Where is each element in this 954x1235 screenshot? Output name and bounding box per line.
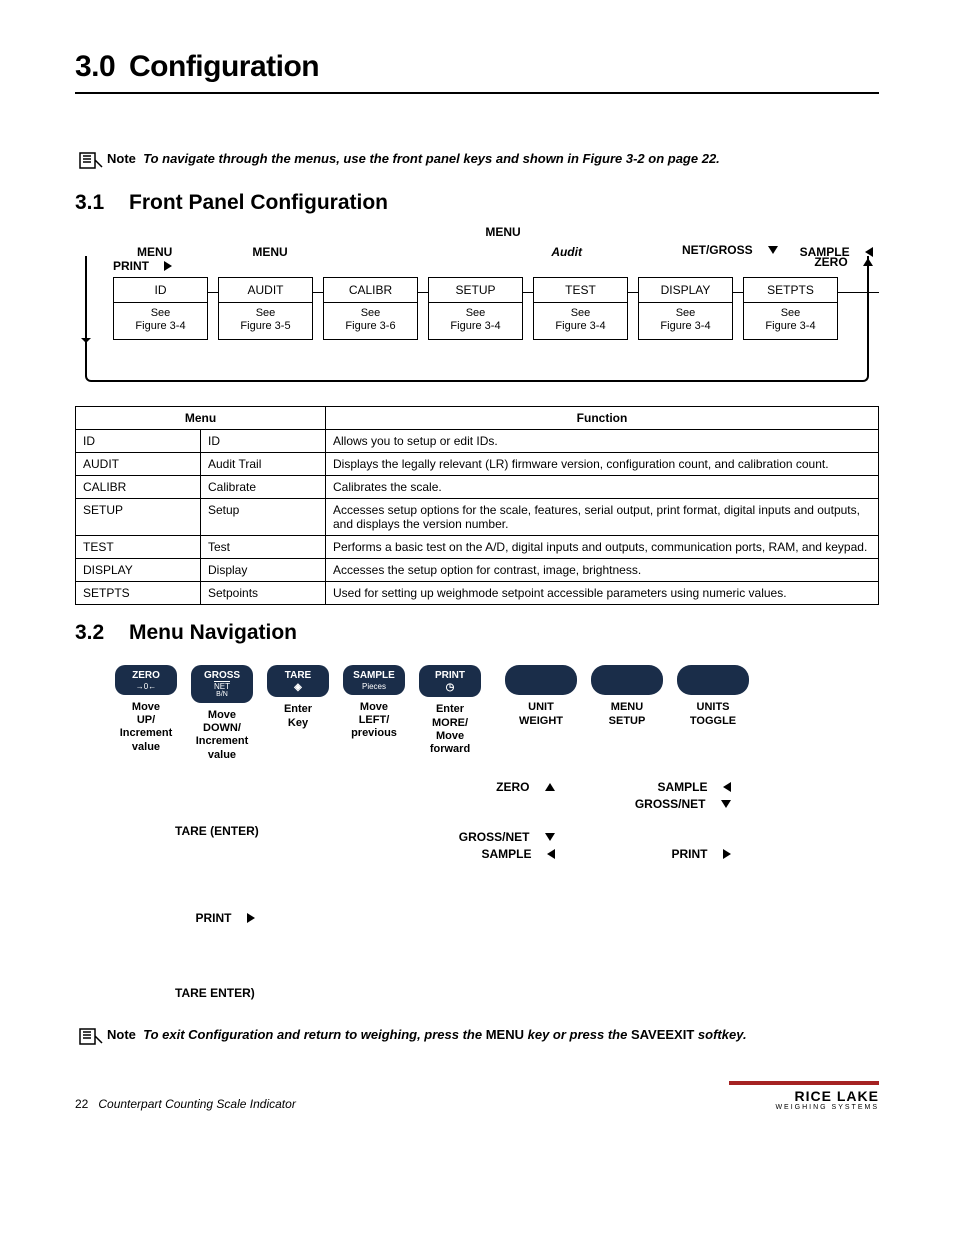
oval-key <box>591 665 663 695</box>
print-nav-2: PRINT <box>195 911 231 925</box>
diagram-menu-top: MENU <box>127 225 879 239</box>
section-3-2-title: 3.2Menu Navigation <box>75 621 879 645</box>
left-arrow-icon <box>723 782 731 792</box>
grossnet-nav-2: GROSS/NET <box>635 797 706 811</box>
key-button: TARE◈ <box>267 665 329 697</box>
page-footer: 22 Counterpart Counting Scale Indicator R… <box>75 1081 879 1111</box>
oval-key <box>505 665 577 695</box>
note2-post: softkey. <box>694 1027 746 1042</box>
menu-box: DISPLAYSeeFigure 3-4 <box>638 277 733 340</box>
key-column: ZERO→0←MoveUP/Incrementvalue <box>115 665 177 761</box>
diag-menu-left: MENU <box>137 245 172 259</box>
key-button: GROSSNETB/N <box>191 665 253 703</box>
down-arrow-icon <box>768 246 778 254</box>
diag-print-key: PRINT <box>113 259 149 273</box>
down-arrow-icon <box>545 833 555 841</box>
logo-subtext: WEIGHING SYSTEMS <box>729 1104 879 1111</box>
key-column: PRINT◷EnterMORE/Moveforward <box>419 665 481 761</box>
sample-nav: SAMPLE <box>481 847 531 861</box>
menu-diagram: MENU MENU PRINT MENU Audit SAMPLE NET/GR… <box>75 225 879 382</box>
key-column: SAMPLEPiecesMoveLEFT/previous <box>343 665 405 761</box>
menu-keyword: MENU <box>486 1027 524 1042</box>
right-arrow-icon <box>723 849 731 859</box>
logo-text: RICE LAKE <box>729 1088 879 1104</box>
oval-key-column: MENUSETUP <box>591 665 663 727</box>
diag-menu-mid: MENU <box>252 245 287 273</box>
keypad-diagram: ZERO→0←MoveUP/IncrementvalueGROSSNETB/NM… <box>115 665 879 761</box>
th-function: Function <box>326 407 879 430</box>
table-row: AUDITAudit TrailDisplays the legally rel… <box>76 453 879 476</box>
note-icon <box>75 149 107 175</box>
print-nav: PRINT <box>672 847 708 861</box>
note-label: Note <box>107 1027 136 1042</box>
menu-box: CALIBRSeeFigure 3-6 <box>323 277 418 340</box>
menu-box: SETPTSSeeFigure 3-4 <box>743 277 838 340</box>
page-number: 22 <box>75 1097 88 1111</box>
sample-nav-2: SAMPLE <box>657 780 707 794</box>
loop-connector <box>85 340 869 382</box>
note-2: Note To exit Configuration and return to… <box>75 1025 879 1051</box>
tare-enter-2: TARE ENTER) <box>175 986 255 1000</box>
page-title: 3.0Configuration <box>75 50 879 84</box>
note-text: To navigate through the menus, use the f… <box>143 151 720 166</box>
right-arrow-icon <box>164 261 172 271</box>
note2-pre: To exit Configuration and return to weig… <box>143 1027 486 1042</box>
table-row: TESTTestPerforms a basic test on the A/D… <box>76 536 879 559</box>
note-icon <box>75 1025 107 1051</box>
table-row: IDIDAllows you to setup or edit IDs. <box>76 430 879 453</box>
key-button: ZERO→0← <box>115 665 177 695</box>
zero-nav: ZERO <box>496 780 529 794</box>
table-row: DISPLAYDisplayAccesses the setup option … <box>76 559 879 582</box>
title-rule <box>75 92 879 94</box>
oval-key-column: UNITSTOGGLE <box>677 665 749 727</box>
key-button: PRINT◷ <box>419 665 481 697</box>
down-arrow-icon <box>721 800 731 808</box>
table-row: CALIBRCalibrateCalibrates the scale. <box>76 476 879 499</box>
menu-box: IDSeeFigure 3-4 <box>113 277 208 340</box>
table-row: SETPTSSetpointsUsed for setting up weigh… <box>76 582 879 605</box>
menu-box: SETUPSeeFigure 3-4 <box>428 277 523 340</box>
key-column: GROSSNETB/NMoveDOWN/Incrementvalue <box>191 665 253 761</box>
doc-title: Counterpart Counting Scale Indicator <box>98 1097 295 1111</box>
saveexit-keyword: SAVEEXIT <box>631 1027 694 1042</box>
note-1: Note To navigate through the menus, use … <box>75 149 879 175</box>
note-label: Note <box>107 151 136 166</box>
left-arrow-icon <box>547 849 555 859</box>
diag-audit: Audit <box>551 245 582 273</box>
nav-key-cluster: TARE (ENTER) ZERO GROSS/NET SAMPLE SAMPL… <box>175 780 879 1000</box>
menu-box: AUDITSeeFigure 3-5 <box>218 277 313 340</box>
key-column: TARE◈EnterKey <box>267 665 329 761</box>
section-3-1-title: 3.1Front Panel Configuration <box>75 191 879 215</box>
th-menu: Menu <box>76 407 326 430</box>
oval-key-column: UNITWEIGHT <box>505 665 577 727</box>
diag-netgross-key: NET/GROSS <box>682 243 753 257</box>
tare-enter-label: TARE (ENTER) <box>175 824 259 838</box>
menu-function-table: MenuFunction IDIDAllows you to setup or … <box>75 406 879 605</box>
menu-box: TESTSeeFigure 3-4 <box>533 277 628 340</box>
oval-key <box>677 665 749 695</box>
table-row: SETUPSetupAccesses setup options for the… <box>76 499 879 536</box>
diag-zero-key: ZERO <box>814 255 847 269</box>
up-arrow-icon <box>545 783 555 791</box>
grossnet-nav: GROSS/NET <box>459 830 530 844</box>
key-button: SAMPLEPieces <box>343 665 405 695</box>
right-arrow-icon <box>247 913 255 923</box>
rice-lake-logo: RICE LAKE WEIGHING SYSTEMS <box>729 1081 879 1111</box>
note2-mid: key or press the <box>524 1027 631 1042</box>
